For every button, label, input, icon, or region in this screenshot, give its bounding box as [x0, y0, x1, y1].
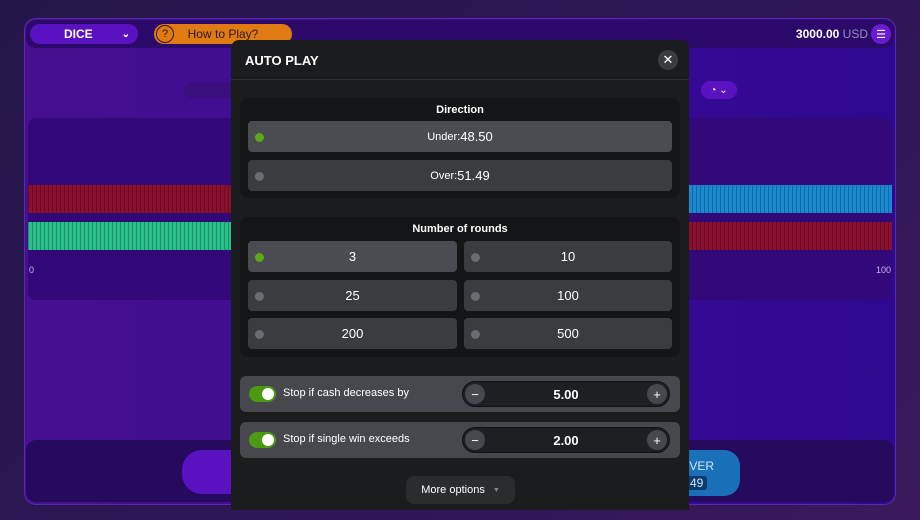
plus-icon: +	[653, 432, 661, 448]
stop-single-win-toggle[interactable]	[249, 432, 276, 448]
direction-panel: Direction Under: 48.50 Over: 51.49	[240, 98, 680, 198]
increment-button[interactable]: +	[647, 430, 667, 450]
rounds-title: Number of rounds	[412, 223, 508, 235]
speedometer-icon: ◔ ⌄	[710, 84, 728, 96]
question-icon: ?	[156, 25, 174, 43]
rounds-option[interactable]: 10	[464, 241, 672, 272]
under-label: Under:	[427, 130, 461, 143]
hamburger-icon: ☰	[876, 28, 886, 41]
rounds-value: 100	[557, 288, 579, 303]
caret-down-icon: ▼	[492, 486, 500, 494]
rounds-option[interactable]: 100	[464, 280, 672, 311]
rounds-panel: Number of rounds 3 10 25 100 200 500	[240, 217, 680, 357]
currency: USD	[842, 27, 868, 41]
divider	[231, 79, 689, 80]
minus-icon: −	[471, 432, 479, 448]
stop-single-win-label: Stop if single win exceeds	[283, 433, 410, 445]
over-value: 49	[686, 476, 708, 490]
radio-dot-icon	[255, 171, 264, 181]
graph-min-label: 0	[29, 265, 35, 275]
decrement-button[interactable]: −	[465, 384, 485, 404]
radio-dot-icon	[255, 132, 264, 142]
stop-cash-decrease-value[interactable]: 5.00	[463, 387, 669, 402]
rounds-value: 25	[345, 288, 360, 303]
chevron-down-icon: ⌄	[121, 28, 130, 40]
rounds-value: 200	[341, 326, 364, 341]
stop-cash-decrease-toggle[interactable]	[249, 386, 276, 402]
menu-button[interactable]: ☰	[871, 24, 891, 44]
stop-cash-decrease-label: Stop if cash decreases by	[283, 387, 409, 399]
plus-icon: +	[653, 386, 661, 402]
radio-dot-icon	[255, 291, 264, 301]
stop-single-win-row: Stop if single win exceeds 2.00 − +	[240, 422, 680, 458]
over-button[interactable]: OVER 49	[680, 450, 740, 496]
speed-button[interactable]: ◔ ⌄	[701, 81, 737, 99]
radio-dot-icon	[471, 252, 480, 262]
radio-dot-icon	[471, 329, 480, 339]
close-button[interactable]: ✕	[658, 50, 678, 70]
radio-dot-icon	[471, 291, 480, 301]
direction-title: Direction	[436, 104, 484, 116]
stop-cash-decrease-stepper[interactable]: 5.00 − +	[462, 381, 670, 407]
more-options-label: More options	[421, 484, 485, 496]
rounds-option[interactable]: 25	[248, 280, 457, 311]
direction-under[interactable]: Under: 48.50	[248, 121, 672, 152]
direction-over[interactable]: Over: 51.49	[248, 160, 672, 191]
stop-single-win-value[interactable]: 2.00	[463, 433, 669, 448]
radio-dot-icon	[255, 329, 264, 339]
how-to-play-label: How to Play?	[187, 27, 259, 41]
stop-single-win-stepper[interactable]: 2.00 − +	[462, 427, 670, 453]
rounds-value: 500	[557, 326, 579, 341]
radio-dot-icon	[255, 252, 264, 262]
decrement-button[interactable]: −	[465, 430, 485, 450]
increment-button[interactable]: +	[647, 384, 667, 404]
over-value: 51.49	[457, 168, 490, 183]
game-name: DICE	[64, 27, 93, 41]
balance-amount: 3000.00	[795, 27, 840, 41]
over-label: Over:	[430, 169, 458, 182]
rounds-option[interactable]: 500	[464, 318, 672, 349]
rounds-value: 3	[348, 249, 357, 264]
rounds-option[interactable]: 200	[248, 318, 457, 349]
graph-max-label: 100	[876, 265, 892, 275]
minus-icon: −	[471, 386, 479, 402]
close-icon: ✕	[662, 52, 674, 67]
modal-title: AUTO PLAY	[245, 53, 319, 68]
game-select[interactable]: DICE ⌄	[30, 24, 138, 44]
auto-play-modal: AUTO PLAY ✕ Direction Under: 48.50 Over: 5…	[231, 40, 689, 510]
stop-cash-decrease-row: Stop if cash decreases by 5.00 − +	[240, 376, 680, 412]
rounds-value: 10	[560, 249, 576, 264]
under-value: 48.50	[460, 129, 493, 144]
more-options-button[interactable]: More options ▼	[406, 476, 515, 504]
balance: 3000.00 USD	[796, 27, 868, 41]
rounds-option[interactable]: 3	[248, 241, 457, 272]
